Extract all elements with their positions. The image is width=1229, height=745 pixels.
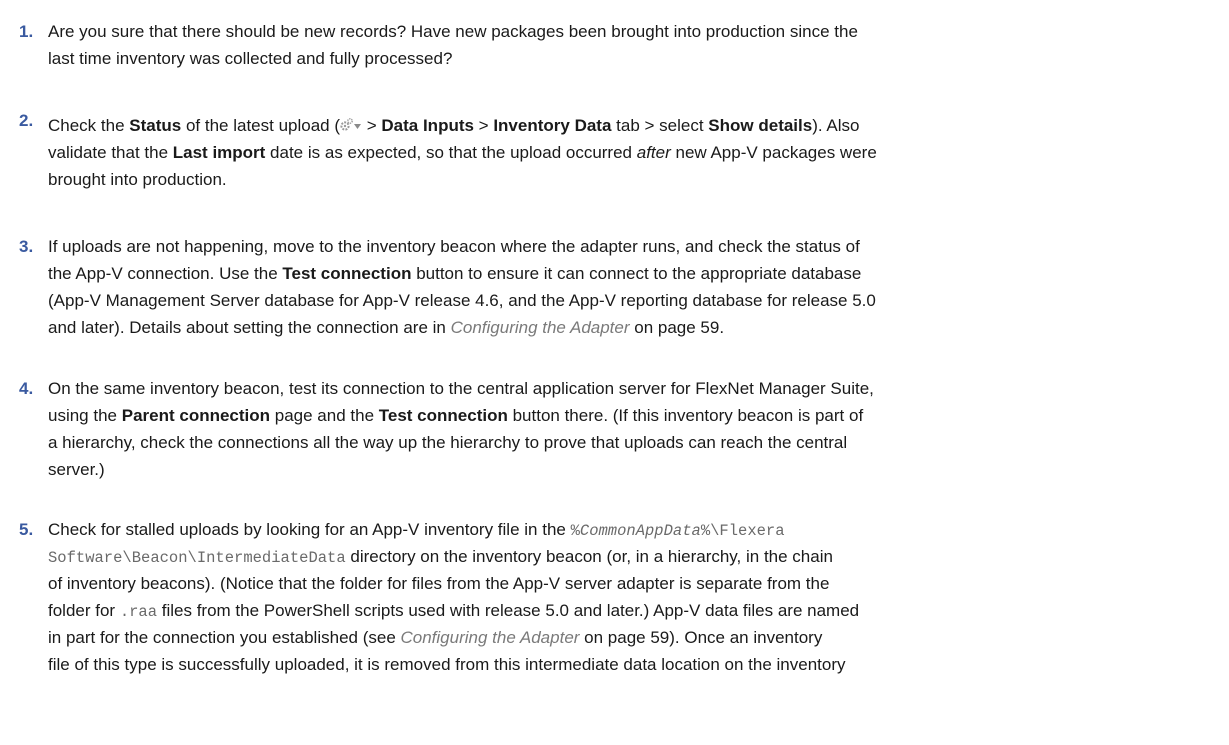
- text-line: and later). Details about setting the co…: [48, 314, 1213, 341]
- cross-reference-link[interactable]: Configuring the Adapter: [451, 318, 630, 337]
- gear-dropdown-icon: [340, 114, 362, 131]
- code-path: %\Flexera: [700, 522, 785, 540]
- text-run: If uploads are not happening, move to th…: [48, 237, 860, 256]
- list-item-text: On the same inventory beacon, test its c…: [48, 375, 1213, 483]
- text-run: Check the: [48, 116, 130, 135]
- text-run: ). Also: [812, 116, 860, 135]
- text-line: folder for .raa files from the PowerShel…: [48, 597, 1213, 624]
- text-run: new App-V packages were: [670, 143, 877, 162]
- code-variable: CommonAppData: [579, 522, 701, 540]
- text-run: and later). Details about setting the co…: [48, 318, 451, 337]
- text-run: file of this type is successfully upload…: [48, 655, 846, 674]
- text-run: on page 59.: [629, 318, 725, 337]
- text-run: brought into production.: [48, 170, 227, 189]
- text-run: using the: [48, 406, 122, 425]
- ui-term: Show details: [708, 116, 813, 135]
- ui-term: Parent connection: [121, 406, 271, 425]
- text-run: (App-V Management Server database for Ap…: [48, 291, 876, 310]
- text-run: directory on the inventory beacon (or, i…: [345, 547, 833, 566]
- ui-term: Test connection: [282, 264, 412, 283]
- ui-term: Last import: [172, 143, 266, 162]
- text-line: Are you sure that there should be new re…: [48, 18, 1213, 45]
- text-run: validate that the: [48, 143, 173, 162]
- text-run: of inventory beacons). (Notice that the …: [48, 574, 830, 593]
- text-line: Check for stalled uploads by looking for…: [48, 516, 1213, 543]
- list-number: 4.: [19, 379, 34, 398]
- text-line: validate that the Last import date is as…: [48, 139, 1213, 166]
- text-run: button there. (If this inventory beacon …: [507, 406, 864, 425]
- list-number: 1.: [19, 22, 34, 41]
- text-line: in part for the connection you establish…: [48, 624, 1213, 651]
- list-item-text: Check for stalled uploads by looking for…: [48, 516, 1213, 678]
- code-path: %: [570, 522, 580, 540]
- document-page: 1. Are you sure that there should be new…: [0, 0, 1229, 745]
- ui-term: Inventory Data: [493, 116, 612, 135]
- text-line: (App-V Management Server database for Ap…: [48, 287, 1213, 314]
- text-line: the App-V connection. Use the Test conne…: [48, 260, 1213, 287]
- text-run: server.): [48, 460, 105, 479]
- text-run: in part for the connection you establish…: [48, 628, 401, 647]
- code-path: .raa: [119, 603, 158, 621]
- text-run: button to ensure it can connect to the a…: [411, 264, 862, 283]
- text-run: last time inventory was collected and fu…: [48, 49, 453, 68]
- text-run: Check for stalled uploads by looking for…: [48, 520, 571, 539]
- text-run: of the latest upload (: [181, 116, 341, 135]
- text-run: On the same inventory beacon, test its c…: [48, 379, 874, 398]
- text-run: folder for: [48, 601, 120, 620]
- text-run: date is as expected, so that the upload …: [265, 143, 637, 162]
- text-line: Check the Status of the latest upload ( …: [48, 112, 1213, 139]
- text-run: >: [473, 116, 494, 135]
- text-run: files from the PowerShell scripts used w…: [157, 601, 860, 620]
- text-run: >: [362, 116, 382, 135]
- text-line: last time inventory was collected and fu…: [48, 45, 1213, 72]
- text-run: on page 59). Once an inventory: [579, 628, 823, 647]
- text-line: brought into production.: [48, 166, 1213, 193]
- list-number: 2.: [19, 111, 34, 130]
- list-item-text: Are you sure that there should be new re…: [48, 18, 1213, 72]
- emphasis: after: [636, 143, 671, 162]
- text-run: page and the: [270, 406, 379, 425]
- text-run: a hierarchy, check the connections all t…: [48, 433, 848, 452]
- ui-term: Test connection: [378, 406, 508, 425]
- text-line: a hierarchy, check the connections all t…: [48, 429, 1213, 456]
- list-item-text: Check the Status of the latest upload ( …: [48, 112, 1213, 193]
- text-line: server.): [48, 456, 1213, 483]
- ui-term: Status: [129, 116, 182, 135]
- code-path: Software\Beacon\IntermediateData: [48, 549, 346, 567]
- text-line: file of this type is successfully upload…: [48, 651, 1213, 678]
- list-number: 5.: [19, 520, 34, 539]
- text-line: Software\Beacon\IntermediateData directo…: [48, 543, 1213, 570]
- text-line: of inventory beacons). (Notice that the …: [48, 570, 1213, 597]
- text-run: the App-V connection. Use the: [48, 264, 283, 283]
- text-run: tab > select: [611, 116, 709, 135]
- ui-term: Data Inputs: [381, 116, 474, 135]
- text-line: using the Parent connection page and the…: [48, 402, 1213, 429]
- list-number: 3.: [19, 237, 34, 256]
- text-line: If uploads are not happening, move to th…: [48, 233, 1213, 260]
- list-item-text: If uploads are not happening, move to th…: [48, 233, 1213, 341]
- cross-reference-link[interactable]: Configuring the Adapter: [401, 628, 580, 647]
- text-run: Are you sure that there should be new re…: [48, 22, 858, 41]
- text-line: On the same inventory beacon, test its c…: [48, 375, 1213, 402]
